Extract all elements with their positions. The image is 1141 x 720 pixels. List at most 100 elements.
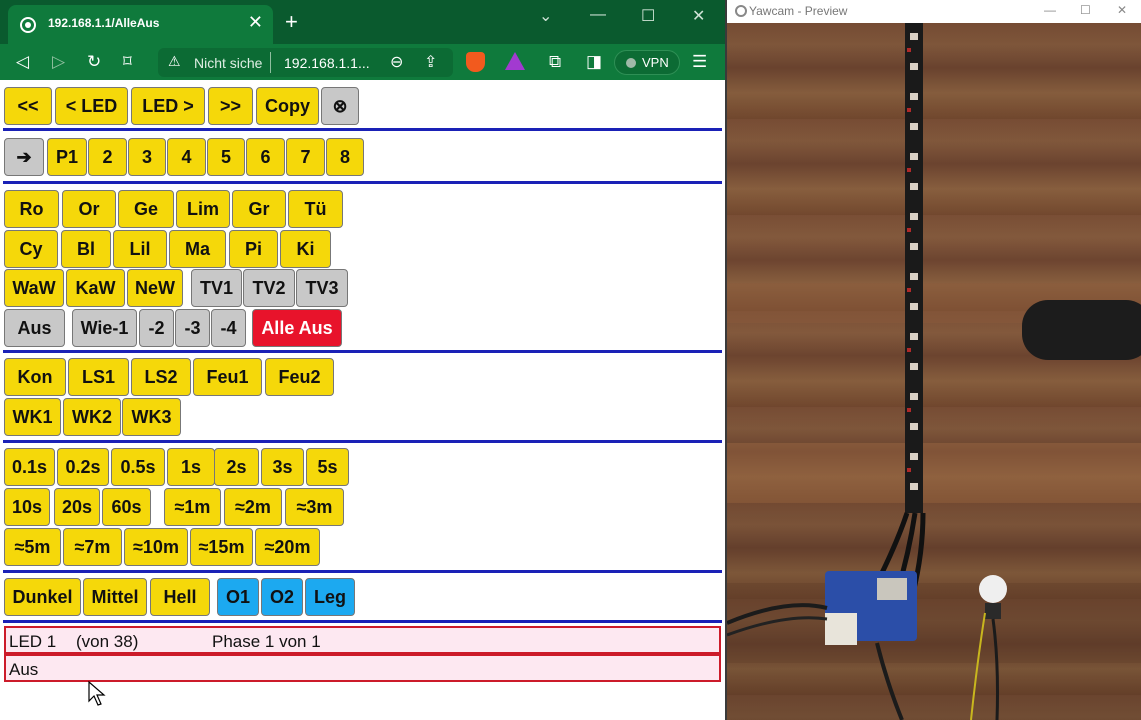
next-led-button[interactable]: LED >: [131, 87, 205, 125]
color-pi-button[interactable]: Pi: [229, 230, 278, 268]
reload-icon[interactable]: ↻: [87, 52, 101, 72]
color-ma-button[interactable]: Ma: [169, 230, 226, 268]
time-0.1s-button[interactable]: 0.1s: [4, 448, 55, 486]
time-10m-button[interactable]: ≈10m: [124, 528, 188, 566]
security-status: Nicht siche: [194, 55, 263, 71]
option-leg-button[interactable]: Leg: [305, 578, 355, 616]
arrow-right-icon[interactable]: ➔: [4, 138, 44, 176]
effect-wk2-button[interactable]: WK2: [63, 398, 121, 436]
warm-white-button[interactable]: WaW: [4, 269, 64, 307]
minimize-button[interactable]: —: [590, 6, 606, 24]
vpn-button[interactable]: VPN: [614, 50, 680, 75]
bookmark-icon[interactable]: ⌑: [123, 52, 132, 72]
extensions-icon[interactable]: ⧉: [549, 52, 561, 72]
clear-icon[interactable]: ⊗: [321, 87, 359, 125]
color-bl-button[interactable]: Bl: [61, 230, 111, 268]
address-bar[interactable]: ⚠ Nicht siche 192.168.1.1... ⊖ ⇪: [158, 48, 453, 77]
repeat-3-button[interactable]: -3: [175, 309, 210, 347]
effect-feu1-button[interactable]: Feu1: [193, 358, 262, 396]
color-ge-button[interactable]: Ge: [118, 190, 174, 228]
brightness-dark-button[interactable]: Dunkel: [4, 578, 81, 616]
color-ro-button[interactable]: Ro: [4, 190, 59, 228]
repeat-1-button[interactable]: Wie-1: [72, 309, 137, 347]
effect-wk1-button[interactable]: WK1: [4, 398, 61, 436]
program-4-button[interactable]: 4: [167, 138, 206, 176]
maximize-button[interactable]: ☐: [641, 6, 655, 26]
tv1-button[interactable]: TV1: [191, 269, 242, 307]
time-3m-button[interactable]: ≈3m: [285, 488, 344, 526]
tab-search-icon[interactable]: ⌄: [539, 6, 552, 26]
option-o2-button[interactable]: O2: [261, 578, 303, 616]
effect-kon-button[interactable]: Kon: [4, 358, 66, 396]
time-10s-button[interactable]: 10s: [4, 488, 50, 526]
color-ki-button[interactable]: Ki: [280, 230, 331, 268]
program-5-button[interactable]: 5: [207, 138, 245, 176]
cold-white-button[interactable]: KaW: [66, 269, 125, 307]
time-0.5s-button[interactable]: 0.5s: [111, 448, 165, 486]
effect-ls2-button[interactable]: LS2: [131, 358, 191, 396]
copy-button[interactable]: Copy: [256, 87, 319, 125]
program-2-button[interactable]: 2: [88, 138, 127, 176]
color-gr-button[interactable]: Gr: [232, 190, 286, 228]
neutral-white-button[interactable]: NeW: [127, 269, 183, 307]
time-7m-button[interactable]: ≈7m: [63, 528, 122, 566]
yawcam-icon: [735, 5, 747, 17]
status-state-box: Aus: [4, 654, 721, 682]
brightness-medium-button[interactable]: Mittel: [83, 578, 147, 616]
time-2s-button[interactable]: 2s: [214, 448, 259, 486]
yawcam-minimize-button[interactable]: —: [1044, 3, 1056, 17]
tab-close-icon[interactable]: ✕: [248, 13, 263, 31]
tv2-button[interactable]: TV2: [243, 269, 295, 307]
last-led-button[interactable]: >>: [208, 87, 253, 125]
new-tab-button[interactable]: +: [285, 10, 298, 34]
program-6-button[interactable]: 6: [246, 138, 285, 176]
url-text[interactable]: 192.168.1.1...: [284, 55, 370, 71]
time-0.2s-button[interactable]: 0.2s: [57, 448, 109, 486]
brave-rewards-icon[interactable]: [505, 52, 525, 70]
forward-icon[interactable]: ▷: [52, 52, 65, 72]
repeat-2-button[interactable]: -2: [139, 309, 174, 347]
time-1s-button[interactable]: 1s: [167, 448, 215, 486]
color-or-button[interactable]: Or: [62, 190, 116, 228]
effect-ls1-button[interactable]: LS1: [68, 358, 129, 396]
prev-led-button[interactable]: < LED: [55, 87, 128, 125]
separator: [3, 620, 722, 623]
zoom-icon[interactable]: ⊖: [390, 52, 403, 72]
brave-shields-icon[interactable]: [466, 52, 485, 72]
off-button[interactable]: Aus: [4, 309, 65, 347]
time-5s-button[interactable]: 5s: [306, 448, 349, 486]
effect-wk3-button[interactable]: WK3: [122, 398, 181, 436]
browser-window: 192.168.1.1/AlleAus ✕ + ⌄ — ☐ ✕ ◁ ▷ ↻ ⌑ …: [0, 0, 725, 720]
yawcam-close-button[interactable]: ✕: [1117, 3, 1127, 17]
option-o1-button[interactable]: O1: [217, 578, 259, 616]
color-cy-button[interactable]: Cy: [4, 230, 58, 268]
close-window-button[interactable]: ✕: [692, 6, 705, 26]
back-icon[interactable]: ◁: [16, 52, 29, 72]
time-2m-button[interactable]: ≈2m: [224, 488, 282, 526]
time-15m-button[interactable]: ≈15m: [190, 528, 253, 566]
share-icon[interactable]: ⇪: [424, 52, 437, 72]
program-7-button[interactable]: 7: [286, 138, 325, 176]
time-5m-button[interactable]: ≈5m: [4, 528, 61, 566]
program-8-button[interactable]: 8: [326, 138, 364, 176]
all-off-button[interactable]: Alle Aus: [252, 309, 342, 347]
time-20m-button[interactable]: ≈20m: [255, 528, 320, 566]
brightness-bright-button[interactable]: Hell: [150, 578, 210, 616]
yawcam-maximize-button[interactable]: ☐: [1080, 3, 1091, 17]
program-3-button[interactable]: 3: [128, 138, 166, 176]
browser-tab[interactable]: 192.168.1.1/AlleAus ✕: [8, 5, 273, 44]
time-20s-button[interactable]: 20s: [54, 488, 100, 526]
sidebar-icon[interactable]: ◨: [586, 52, 602, 72]
tv3-button[interactable]: TV3: [296, 269, 348, 307]
effect-feu2-button[interactable]: Feu2: [265, 358, 334, 396]
color-lil-button[interactable]: Lil: [113, 230, 167, 268]
color-lim-button[interactable]: Lim: [176, 190, 230, 228]
menu-icon[interactable]: ☰: [692, 52, 707, 72]
first-led-button[interactable]: <<: [4, 87, 52, 125]
time-1m-button[interactable]: ≈1m: [164, 488, 221, 526]
program-p1-button[interactable]: P1: [47, 138, 87, 176]
repeat-4-button[interactable]: -4: [211, 309, 246, 347]
color-tu-button[interactable]: Tü: [288, 190, 343, 228]
time-3s-button[interactable]: 3s: [261, 448, 304, 486]
time-60s-button[interactable]: 60s: [102, 488, 151, 526]
